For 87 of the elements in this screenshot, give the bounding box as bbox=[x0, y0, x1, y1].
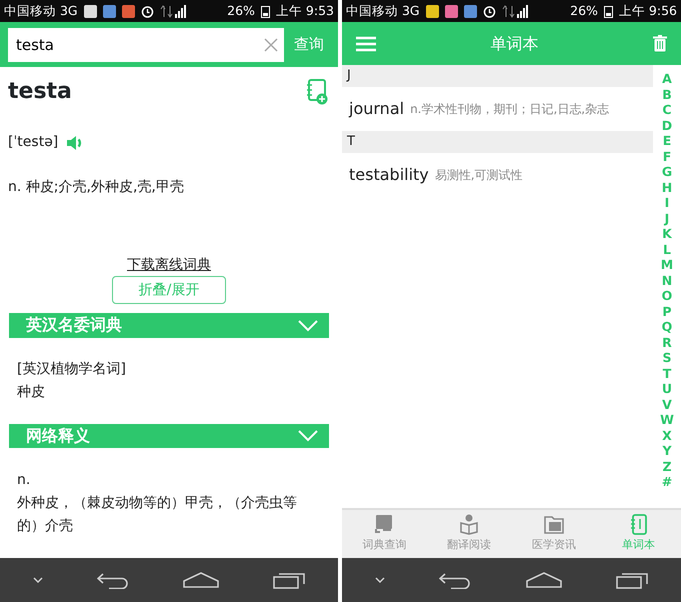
notification-icon bbox=[426, 4, 439, 18]
chevron-down-icon[interactable] bbox=[375, 577, 386, 583]
tab[interactable]: 词典查询 bbox=[342, 510, 427, 558]
signal-icon bbox=[160, 4, 186, 18]
section-title: 网络释义 bbox=[26, 424, 90, 447]
word-row[interactable]: testability 易测性,可测试性 bbox=[342, 153, 653, 197]
index-letter[interactable]: H bbox=[662, 180, 672, 195]
word-text: testability bbox=[349, 164, 429, 186]
download-link[interactable]: 下载离线词典 bbox=[127, 257, 211, 273]
chevron-down-icon bbox=[297, 318, 319, 332]
time-text: 上午 9:56 bbox=[618, 2, 677, 20]
time-text: 上午 9:53 bbox=[276, 2, 334, 20]
back-icon[interactable] bbox=[97, 571, 129, 589]
section-title: 英汉名委词典 bbox=[26, 314, 122, 336]
index-letter[interactable]: P bbox=[662, 304, 672, 319]
index-letter[interactable]: S bbox=[662, 350, 672, 366]
battery-text: 26% bbox=[227, 2, 255, 20]
index-letter[interactable]: V bbox=[662, 396, 672, 412]
index-letter[interactable]: I bbox=[664, 195, 670, 210]
index-letter[interactable]: T bbox=[662, 366, 672, 381]
chevron-down-icon bbox=[297, 429, 319, 442]
reader-icon bbox=[459, 514, 480, 536]
home-icon[interactable] bbox=[183, 572, 219, 588]
tab[interactable]: 翻译阅读 bbox=[426, 510, 512, 558]
carrier-text: 中国移动 3G bbox=[4, 2, 78, 20]
word-row[interactable]: journal n.学术性刊物，期刊；日记,日志,杂志 bbox=[342, 87, 653, 131]
index-letter[interactable]: C bbox=[662, 102, 672, 118]
index-letter[interactable]: E bbox=[662, 133, 672, 148]
recents-icon[interactable] bbox=[616, 571, 648, 589]
folder-icon bbox=[544, 514, 564, 536]
tab[interactable]: 医学资讯 bbox=[512, 510, 596, 558]
tab[interactable]: 单词本 bbox=[596, 510, 681, 558]
notification-icon bbox=[102, 4, 116, 18]
meaning-text: n.学术性刊物，期刊；日记,日志,杂志 bbox=[410, 101, 610, 118]
index-letter[interactable]: M bbox=[660, 257, 674, 272]
carrier-text: 中国移动 3G bbox=[346, 2, 420, 20]
back-icon[interactable] bbox=[439, 571, 472, 589]
battery-icon bbox=[260, 4, 270, 18]
group-letter: J bbox=[342, 65, 653, 87]
home-icon[interactable] bbox=[526, 572, 562, 588]
index-letter[interactable]: X bbox=[662, 428, 672, 443]
index-letter[interactable]: R bbox=[662, 334, 672, 350]
index-letter[interactable]: # bbox=[662, 474, 672, 490]
signal-icon bbox=[502, 4, 528, 18]
index-letter[interactable]: A bbox=[662, 71, 672, 86]
search-button[interactable]: 查询 bbox=[290, 33, 338, 56]
index-letter[interactable]: W bbox=[660, 412, 674, 428]
index-letter[interactable]: B bbox=[662, 86, 672, 102]
index-letter[interactable]: O bbox=[662, 288, 672, 304]
section-header[interactable]: 网络释义 bbox=[9, 424, 329, 448]
screen-title: 单词本 bbox=[490, 32, 538, 54]
meaning-text: 易测性,可测试性 bbox=[434, 167, 523, 184]
phonetic-text: [ˈtestə] bbox=[8, 133, 58, 152]
alarm-icon bbox=[140, 4, 154, 18]
index-letter[interactable]: G bbox=[662, 164, 672, 180]
index-letter[interactable]: K bbox=[662, 226, 672, 242]
notification-icon bbox=[464, 4, 477, 18]
group-letter: T bbox=[342, 131, 653, 153]
index-letter[interactable]: D bbox=[662, 118, 672, 133]
alarm-icon bbox=[482, 4, 496, 18]
definition-text: n. 种皮;介壳,外种皮,壳,甲壳 bbox=[7, 178, 185, 197]
section-header[interactable]: 英汉名委词典 bbox=[9, 313, 329, 338]
notification-icon bbox=[444, 4, 458, 18]
index-letter[interactable]: Q bbox=[662, 319, 672, 334]
book-icon bbox=[374, 514, 394, 536]
chevron-down-icon[interactable] bbox=[33, 577, 43, 583]
word-title: testa bbox=[8, 78, 72, 106]
index-letter[interactable]: U bbox=[662, 381, 672, 396]
index-letter[interactable]: L bbox=[663, 242, 671, 257]
notification-icon bbox=[122, 4, 135, 18]
notebook-icon bbox=[628, 514, 649, 536]
word-text: journal bbox=[349, 98, 404, 120]
index-letter[interactable]: N bbox=[662, 272, 672, 288]
index-letter[interactable]: F bbox=[662, 148, 672, 164]
search-box[interactable]: testa bbox=[8, 28, 284, 62]
definition-text: n. bbox=[17, 471, 32, 490]
definition-text: 外种皮，（棘皮动物等的）甲壳，（介壳虫等的）介壳 bbox=[17, 494, 298, 536]
definition-text: 种皮 bbox=[17, 382, 46, 402]
battery-text: 26% bbox=[570, 2, 598, 20]
collapse-expand-button[interactable]: 折叠/展开 bbox=[112, 276, 226, 304]
index-letter[interactable]: Y bbox=[662, 443, 672, 458]
notification-icon bbox=[84, 4, 97, 18]
battery-icon bbox=[604, 4, 613, 18]
index-letter[interactable]: Z bbox=[662, 458, 672, 474]
recents-icon[interactable] bbox=[273, 571, 305, 589]
definition-text: [英汉植物学名词] bbox=[17, 360, 127, 378]
index-letter[interactable]: J bbox=[664, 210, 670, 226]
